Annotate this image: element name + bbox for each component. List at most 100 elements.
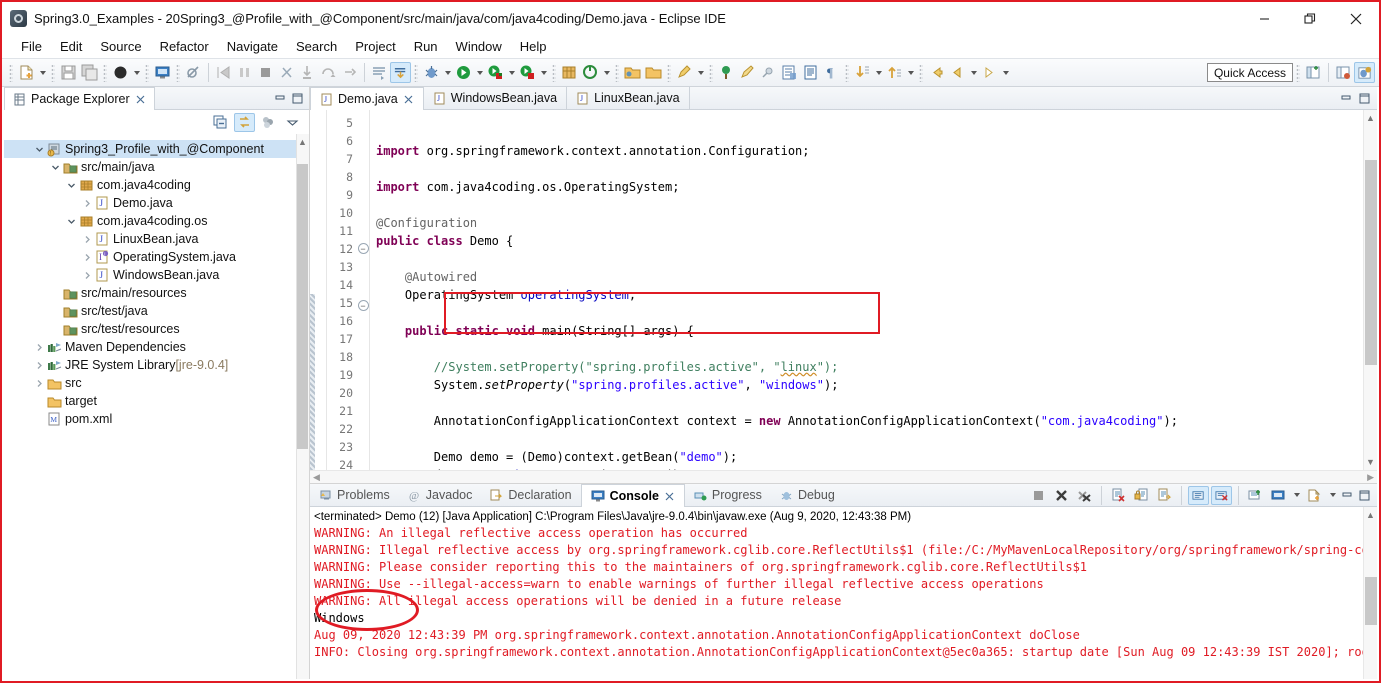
- open-perspective-icon[interactable]: [1303, 62, 1324, 83]
- menu-edit[interactable]: Edit: [51, 36, 91, 57]
- maximize-view-icon[interactable]: [1357, 91, 1372, 106]
- tree-item-demo-java[interactable]: J Demo.java: [4, 194, 309, 212]
- toolbar-grip-4[interactable]: [145, 63, 149, 82]
- fold-toggle-icon[interactable]: −: [357, 243, 369, 261]
- toggle-block2-icon[interactable]: [800, 62, 821, 83]
- scroll-left-arrow[interactable]: ◀: [313, 472, 320, 483]
- quick-access-input[interactable]: Quick Access: [1206, 63, 1293, 82]
- new-package-icon[interactable]: [559, 62, 580, 83]
- refactor-icon[interactable]: [758, 62, 779, 83]
- bulb-icon[interactable]: [737, 62, 758, 83]
- maximize-view-icon[interactable]: [290, 91, 305, 106]
- save-all-icon[interactable]: [79, 62, 100, 83]
- remove-all-terminated-icon[interactable]: [1074, 486, 1095, 505]
- tree-item-maven-dependencies[interactable]: Maven Dependencies: [4, 338, 309, 356]
- java-perspective-icon[interactable]: [1333, 62, 1354, 83]
- open-folder-icon[interactable]: [622, 62, 643, 83]
- display-selected-console-icon[interactable]: [1268, 486, 1289, 505]
- fold-toggle-icon[interactable]: −: [357, 300, 369, 318]
- word-wrap-icon[interactable]: [1154, 486, 1175, 505]
- code-line[interactable]: demo.operatingSystem.printOSName();: [370, 466, 1363, 470]
- tree-item-spring3-profile-with-component[interactable]: ! Spring3_Profile_with_@Component: [4, 140, 309, 158]
- code-line[interactable]: System.setProperty("spring.profiles.acti…: [370, 376, 1363, 394]
- toolbar-grip-3[interactable]: [103, 63, 107, 82]
- new-wizard-icon[interactable]: [16, 62, 37, 83]
- link-with-editor-icon[interactable]: [234, 112, 255, 132]
- toolbar-grip-7[interactable]: [552, 63, 556, 82]
- chevron-right-icon[interactable]: [32, 361, 46, 370]
- tree-item-src-test-resources[interactable]: src/test/resources: [4, 320, 309, 338]
- minimize-view-icon[interactable]: [273, 91, 288, 106]
- tree-item-target[interactable]: target: [4, 392, 309, 410]
- pilcrow-icon[interactable]: ¶: [821, 62, 842, 83]
- menu-navigate[interactable]: Navigate: [218, 36, 287, 57]
- tree-item-src[interactable]: src: [4, 374, 309, 392]
- debug-perspective-active-icon[interactable]: [1354, 62, 1375, 83]
- package-explorer-scrollbar[interactable]: ▲: [296, 134, 309, 679]
- debug-perspective-icon[interactable]: [110, 62, 131, 83]
- debug-dropdown-2[interactable]: [442, 62, 453, 83]
- code-line[interactable]: [370, 304, 1363, 322]
- toolbar-grip-11[interactable]: [845, 63, 849, 82]
- code-line[interactable]: Demo demo = (Demo)context.getBean("demo"…: [370, 448, 1363, 466]
- tab-problems[interactable]: Problems: [310, 484, 399, 507]
- toolbar-grip-9[interactable]: [667, 63, 671, 82]
- code-line[interactable]: OperatingSystem operatingSystem;: [370, 286, 1363, 304]
- tab-declaration[interactable]: Declaration: [481, 484, 581, 507]
- next-edit-icon[interactable]: [979, 62, 1000, 83]
- code-line[interactable]: [370, 196, 1363, 214]
- tab-progress[interactable]: Progress: [684, 484, 771, 507]
- close-icon[interactable]: [135, 94, 146, 105]
- code-line[interactable]: @Autowired: [370, 268, 1363, 286]
- next-annotation-icon[interactable]: [852, 62, 873, 83]
- code-line[interactable]: [370, 340, 1363, 358]
- minimize-view-icon[interactable]: [1339, 91, 1354, 106]
- scroll-up-arrow[interactable]: ▲: [297, 136, 308, 148]
- search-marker-icon[interactable]: [674, 62, 695, 83]
- tree-item-jre-system-library[interactable]: JRE System Library [jre-9.0.4]: [4, 356, 309, 374]
- scroll-up-arrow[interactable]: ▲: [1365, 509, 1376, 521]
- close-icon[interactable]: [403, 94, 414, 105]
- code-line[interactable]: [370, 250, 1363, 268]
- maximize-view-icon[interactable]: [1357, 488, 1372, 503]
- tab-debug[interactable]: Debug: [770, 484, 844, 507]
- previous-dropdown[interactable]: [905, 62, 916, 83]
- disconnect-icon[interactable]: [276, 62, 297, 83]
- chevron-right-icon[interactable]: [80, 253, 94, 262]
- step-over-icon[interactable]: [318, 62, 339, 83]
- code-editor[interactable]: 5678910111213141516171819202122232425262…: [310, 110, 1377, 470]
- folding-column[interactable]: − −: [357, 110, 370, 470]
- terminate-icon[interactable]: [255, 62, 276, 83]
- tab-demo-java[interactable]: J Demo.java: [310, 87, 424, 110]
- code-line[interactable]: [370, 430, 1363, 448]
- toolbar-grip-10[interactable]: [709, 63, 713, 82]
- toolbar-grip-5[interactable]: [176, 63, 180, 82]
- tab-package-explorer[interactable]: Package Explorer: [4, 87, 155, 110]
- toolbar-grip-12[interactable]: [919, 63, 923, 82]
- show-console-on-error-icon[interactable]: [1211, 485, 1232, 505]
- chevron-down-icon[interactable]: [48, 163, 62, 172]
- tree-item-src-main-resources[interactable]: src/main/resources: [4, 284, 309, 302]
- tree-item-com-java4coding[interactable]: com.java4coding: [4, 176, 309, 194]
- minimize-view-icon[interactable]: [1340, 488, 1355, 503]
- chevron-down-icon[interactable]: [64, 181, 78, 190]
- clear-console-icon[interactable]: [1108, 486, 1129, 505]
- code-line[interactable]: public static void main(String[] args) {: [370, 322, 1363, 340]
- tree-item-linuxbean-java[interactable]: J LinuxBean.java: [4, 230, 309, 248]
- scroll-down-arrow[interactable]: ▼: [1365, 456, 1376, 468]
- menu-project[interactable]: Project: [346, 36, 404, 57]
- source-code-text[interactable]: import org.springframework.context.annot…: [370, 110, 1363, 470]
- instruction-stepping-icon[interactable]: [369, 62, 390, 83]
- console-body[interactable]: <terminated> Demo (12) [Java Application…: [310, 507, 1377, 679]
- maximize-button[interactable]: [1287, 2, 1333, 35]
- chevron-right-icon[interactable]: [80, 271, 94, 280]
- editor-horizontal-scrollbar[interactable]: ◀ ▶: [310, 470, 1377, 483]
- toolbar-grip-2[interactable]: [51, 63, 55, 82]
- scroll-right-arrow[interactable]: ▶: [1367, 472, 1374, 483]
- next-edit-dropdown[interactable]: [1000, 62, 1011, 83]
- code-line[interactable]: AnnotationConfigApplicationContext conte…: [370, 412, 1363, 430]
- code-line[interactable]: import com.java4coding.os.OperatingSyste…: [370, 178, 1363, 196]
- open-console-icon[interactable]: [1304, 486, 1325, 505]
- scroll-thumb[interactable]: [297, 164, 308, 449]
- save-icon[interactable]: [58, 62, 79, 83]
